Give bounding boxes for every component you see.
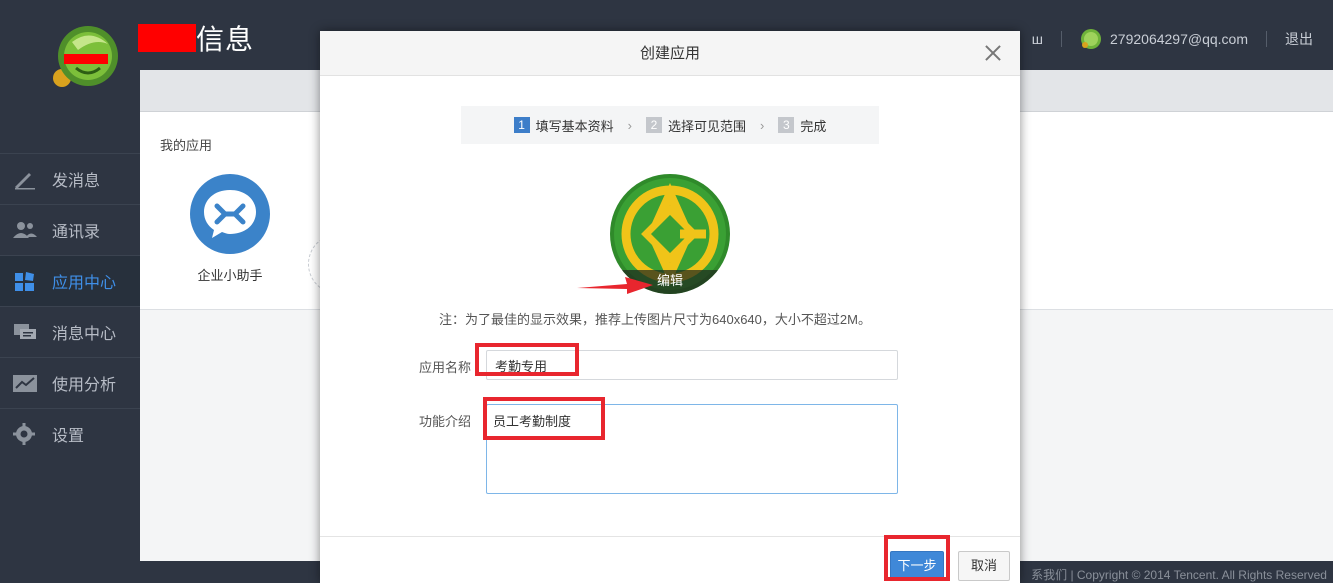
company-logo <box>50 22 120 90</box>
step-1: 1 填写基本资料 <box>513 116 614 135</box>
redacted-block <box>138 24 196 52</box>
next-step-button[interactable]: 下一步 <box>890 551 944 581</box>
divider <box>1061 31 1063 47</box>
apps-icon <box>15 272 34 291</box>
topbar-partial-link[interactable]: ш <box>1032 31 1043 47</box>
chart-icon <box>13 375 37 392</box>
upload-note: 注：为了最佳的显示效果，推荐上传图片尺寸为640x640，大小不超过2M。 <box>439 312 871 327</box>
sidebar-item-app-center[interactable]: 应用中心 <box>0 255 140 306</box>
sidebar-item-label: 应用中心 <box>52 275 117 292</box>
chevron-right-icon: › <box>760 117 765 133</box>
desc-label: 功能介绍 <box>419 414 472 429</box>
logout-link[interactable]: 退出 <box>1285 29 1313 49</box>
sidebar-item-message-center[interactable]: 消息中心 <box>0 306 140 357</box>
sidebar-item-usage-analysis[interactable]: 使用分析 <box>0 357 140 408</box>
name-label: 应用名称 <box>419 360 472 375</box>
gear-icon <box>13 423 35 445</box>
sidebar-item-settings[interactable]: 设置 <box>0 408 140 459</box>
assistant-app-icon <box>190 174 270 254</box>
my-apps-label: 我的应用 <box>160 138 213 153</box>
red-arrow-annotation <box>577 277 653 294</box>
app-name-input[interactable] <box>486 350 898 380</box>
sidebar-item-label: 发消息 <box>52 173 101 190</box>
user-avatar[interactable] <box>1080 28 1102 50</box>
app-tile[interactable]: 企业小助手 <box>190 174 270 284</box>
pencil-icon <box>15 173 35 190</box>
footer-copyright: 系我们 | Copyright © 2014 Tencent. All Righ… <box>1031 568 1327 582</box>
sidebar-item-label: 通讯录 <box>52 224 101 241</box>
step-indicator: 1 填写基本资料 › 2 选择可见范围 › 3 完成 <box>461 106 879 144</box>
step-number: 3 <box>778 117 795 133</box>
step-2: 2 选择可见范围 <box>645 116 746 135</box>
step-label: 填写基本资料 <box>535 118 614 134</box>
step-label: 选择可见范围 <box>667 118 746 134</box>
chevron-right-icon: › <box>627 117 632 133</box>
app-description-input[interactable]: 员工考勤制度 <box>486 404 898 494</box>
step-3: 3 完成 <box>778 116 826 135</box>
cancel-button[interactable]: 取消 <box>958 551 1010 581</box>
sidebar: 发消息 通讯录 应用中心 消息中心 使用分析 设置 <box>0 153 140 459</box>
sidebar-item-label: 使用分析 <box>52 377 117 394</box>
messages-icon <box>14 324 36 339</box>
user-email[interactable]: 2792064297@qq.com <box>1110 31 1248 47</box>
step-label: 完成 <box>800 118 827 134</box>
modal-title: 创建应用 <box>639 45 700 62</box>
step-number: 1 <box>513 117 530 133</box>
modal-footer: 下一步 取消 <box>320 536 1020 583</box>
contacts-icon <box>13 222 37 238</box>
close-icon[interactable] <box>984 44 1002 62</box>
app-title: 信息 <box>138 18 254 58</box>
sidebar-item-contacts[interactable]: 通讯录 <box>0 204 140 255</box>
step-number: 2 <box>645 117 662 133</box>
topbar-user-area: ш 2792064297@qq.com 退出 <box>1032 28 1313 50</box>
sidebar-item-label: 消息中心 <box>52 326 117 343</box>
create-app-modal: 创建应用 1 填写基本资料 › 2 选择可见范围 › 3 完成 编辑 注：为了最… <box>320 31 1020 583</box>
app-tile-name: 企业小助手 <box>197 268 263 283</box>
modal-header: 创建应用 <box>320 31 1020 76</box>
sidebar-item-label: 设置 <box>52 428 85 445</box>
sidebar-item-send-message[interactable]: 发消息 <box>0 153 140 204</box>
divider <box>1266 31 1267 47</box>
